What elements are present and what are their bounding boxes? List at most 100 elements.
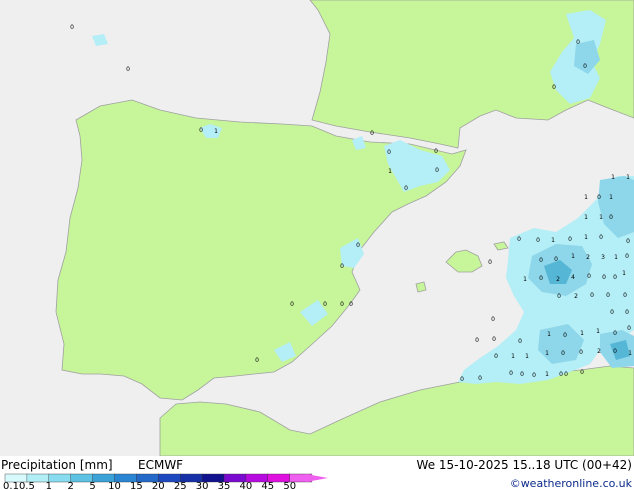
grid-value-label: 3 xyxy=(601,254,605,261)
grid-value-label: 0 xyxy=(518,338,522,345)
scale-tick-label: 15 xyxy=(130,481,143,490)
grid-value-label: 0 xyxy=(587,273,591,280)
scale-tick-label: 25 xyxy=(174,481,187,490)
grid-value-label: 0 xyxy=(434,148,438,155)
grid-value-label: 1 xyxy=(523,276,527,283)
scale-tick-label: 45 xyxy=(261,481,274,490)
grid-value-label: 0 xyxy=(623,292,627,299)
grid-value-label: 1 xyxy=(626,174,630,181)
scale-tick-label: 5 xyxy=(89,481,95,490)
precipitation-title: Precipitation [mm] xyxy=(1,458,113,472)
grid-value-label: 0 xyxy=(491,316,495,323)
grid-value-label: 1 xyxy=(611,174,615,181)
grid-value-label: 0 xyxy=(199,127,203,134)
grid-value-label: 0 xyxy=(494,353,498,360)
grid-value-label: 0 xyxy=(349,301,353,308)
grid-value-label: 0 xyxy=(356,242,360,249)
scale-tick-label: 35 xyxy=(218,481,231,490)
grid-value-label: 0 xyxy=(613,348,617,355)
grid-value-label: 1 xyxy=(545,350,549,357)
grid-value-label: 0 xyxy=(580,369,584,376)
grid-value-label: 0 xyxy=(323,301,327,308)
grid-value-label: 0 xyxy=(561,350,565,357)
grid-value-label: 0 xyxy=(626,238,630,245)
grid-value-label: 1 xyxy=(628,350,632,357)
ibiza xyxy=(415,281,427,293)
grid-value-label: 0 xyxy=(563,332,567,339)
grid-value-label: 0 xyxy=(606,292,610,299)
grid-value-label: 1 xyxy=(609,194,613,201)
scale-tick-label: 0.5 xyxy=(19,481,35,490)
grid-value-label: 0 xyxy=(613,330,617,337)
scale-tick-label: 40 xyxy=(240,481,253,490)
grid-value-label: 0 xyxy=(552,84,556,91)
grid-value-label: 1 xyxy=(388,168,392,175)
grid-value-label: 4 xyxy=(571,274,575,281)
grid-value-label: 1 xyxy=(599,214,603,221)
scale-tick-label: 50 xyxy=(283,481,296,490)
grid-value-label: 0 xyxy=(478,375,482,382)
grid-value-label: 2 xyxy=(574,293,578,300)
grid-value-label: 1 xyxy=(525,353,529,360)
grid-value-label: 0 xyxy=(627,325,631,332)
scale-tick-label: 20 xyxy=(152,481,165,490)
grid-value-label: 0 xyxy=(539,257,543,264)
grid-value-label: 0 xyxy=(554,256,558,263)
grid-value-label: 0 xyxy=(290,301,294,308)
grid-value-label: 0 xyxy=(625,309,629,316)
grid-value-label: 0 xyxy=(564,371,568,378)
grid-value-label: 2 xyxy=(556,276,560,283)
grid-value-label: 0 xyxy=(488,259,492,266)
model-name: ECMWF xyxy=(138,458,183,472)
grid-value-label: 0 xyxy=(340,263,344,270)
grid-value-label: 1 xyxy=(580,330,584,337)
grid-value-label: 0 xyxy=(404,185,408,192)
grid-value-label: 0 xyxy=(70,24,74,31)
grid-value-label: 0 xyxy=(517,236,521,243)
grid-value-label: 1 xyxy=(571,253,575,260)
grid-value-label: 1 xyxy=(596,328,600,335)
valid-time: We 15-10-2025 15..18 UTC (00+42) xyxy=(417,458,632,472)
grid-value-label: 0 xyxy=(435,167,439,174)
grid-value-label: 0 xyxy=(568,236,572,243)
scale-tick-label: 10 xyxy=(108,481,121,490)
grid-value-label: 0 xyxy=(583,63,587,70)
grid-value-label: 0 xyxy=(609,214,613,221)
grid-value-label: 0 xyxy=(370,130,374,137)
grid-value-label: 2 xyxy=(597,348,601,355)
grid-value-label: 1 xyxy=(511,353,515,360)
grid-value-label: 2 xyxy=(586,254,590,261)
grid-value-label: 0 xyxy=(532,372,536,379)
precipitation-map: 0 0 0 0 1 0 1 0 0 0 0 0 0 0 0 0 0 0 0 0 0 0 0 0 1 0 0 0 1 1 1 0 1 1 1 0 0 1 0 1… xyxy=(0,0,634,456)
grid-value-label: 0 xyxy=(599,234,603,241)
grid-value-label: 0 xyxy=(492,336,496,343)
color-scale-arrow xyxy=(306,474,328,482)
grid-value-label: 0 xyxy=(536,237,540,244)
grid-value-label: 1 xyxy=(545,371,549,378)
grid-value-label: 1 xyxy=(551,237,555,244)
scale-tick-label: 0.1 xyxy=(3,481,19,490)
color-scale-ticks: 0.1 0.5 1 2 5 10 15 20 25 30 35 40 45 50 xyxy=(3,481,296,490)
grid-value-label: 0 xyxy=(625,253,629,260)
grid-value-label: 1 xyxy=(622,270,626,277)
grid-value-label: 1 xyxy=(547,331,551,338)
grid-value-label: 0 xyxy=(610,309,614,316)
grid-value-label: 1 xyxy=(584,194,588,201)
grid-value-label: 1 xyxy=(584,214,588,221)
legend-bar: Precipitation [mm] ECMWF We 15-10-2025 1… xyxy=(0,456,634,490)
grid-value-label: 0 xyxy=(613,274,617,281)
grid-value-label: 0 xyxy=(509,370,513,377)
grid-value-label: 0 xyxy=(557,293,561,300)
scale-tick-label: 1 xyxy=(46,481,52,490)
grid-value-label: 1 xyxy=(214,128,218,135)
grid-value-label: 0 xyxy=(590,292,594,299)
scale-tick-label: 30 xyxy=(196,481,209,490)
grid-value-label: 0 xyxy=(579,349,583,356)
grid-value-label: 0 xyxy=(602,274,606,281)
grid-value-label: 0 xyxy=(597,194,601,201)
grid-value-label: 0 xyxy=(340,301,344,308)
grid-value-label: 1 xyxy=(614,254,618,261)
grid-value-label: 0 xyxy=(126,66,130,73)
grid-value-label: 0 xyxy=(539,275,543,282)
grid-value-label: 0 xyxy=(475,337,479,344)
